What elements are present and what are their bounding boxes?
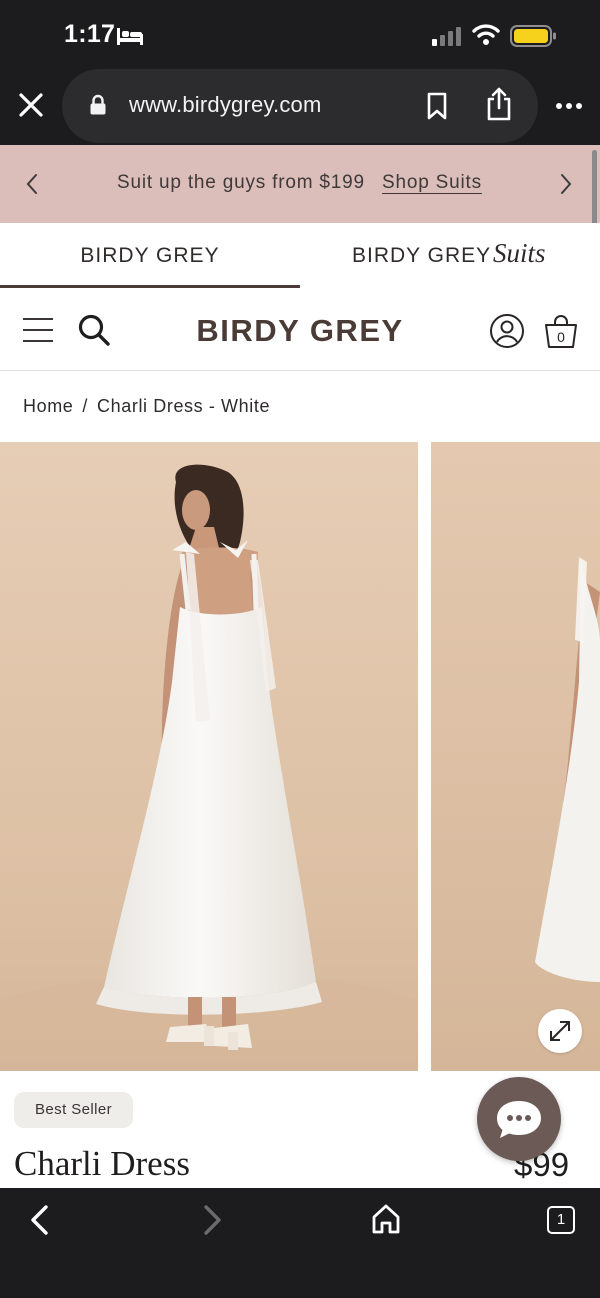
best-seller-badge: Best Seller — [14, 1092, 133, 1128]
cellular-signal-icon — [432, 27, 461, 46]
product-photo-side-view[interactable] — [431, 442, 600, 1071]
product-photo-back-view[interactable] — [0, 442, 418, 1071]
product-gallery[interactable] — [0, 442, 600, 1071]
cart-icon[interactable]: 0 — [544, 313, 578, 349]
cart-count: 0 — [557, 329, 565, 345]
account-icon[interactable] — [489, 313, 525, 349]
tab-birdy-grey-suits[interactable]: BIRDY GREY Suits — [300, 223, 600, 289]
tab-birdy-grey[interactable]: BIRDY GREY — [0, 223, 300, 289]
tab-suits-script: Suits — [493, 238, 546, 268]
chevron-right-icon[interactable] — [558, 173, 574, 195]
breadcrumb: Home / Charli Dress - White — [23, 396, 270, 417]
brand-tabs: BIRDY GREY BIRDY GREY Suits — [0, 223, 600, 289]
breadcrumb-separator: / — [82, 396, 89, 416]
browser-chrome: 1:17 www.birdygrey.com — [0, 0, 600, 145]
close-tab-icon[interactable] — [14, 88, 48, 122]
forward-icon[interactable] — [202, 1204, 224, 1236]
product-title: Charli Dress — [14, 1144, 190, 1183]
chevron-left-icon[interactable] — [24, 173, 40, 195]
share-icon[interactable] — [485, 86, 513, 122]
wifi-icon — [472, 24, 500, 45]
status-time: 1:17 — [64, 20, 116, 48]
lock-icon — [90, 94, 106, 115]
breadcrumb-current: Charli Dress - White — [97, 396, 271, 416]
tab-birdy-grey-label: BIRDY GREY — [80, 244, 220, 267]
tab-suits-label: BIRDY GREY — [352, 244, 492, 267]
more-icon[interactable] — [555, 102, 583, 110]
battery-icon — [510, 25, 556, 47]
active-tab-indicator — [0, 285, 300, 288]
chat-button[interactable] — [477, 1077, 561, 1161]
bookmark-icon[interactable] — [426, 92, 448, 120]
promo-text: Suit up the guys from $199 — [117, 172, 365, 193]
back-icon[interactable] — [28, 1204, 50, 1236]
site-header: BIRDY GREY 0 — [0, 289, 600, 371]
chat-bubble-icon — [497, 1101, 541, 1138]
browser-toolbar: 1 — [0, 1188, 600, 1298]
shopping-basket-icon: 0 — [545, 315, 577, 348]
url-text[interactable]: www.birdygrey.com — [129, 92, 321, 118]
tab-switcher-button[interactable]: 1 — [547, 1206, 575, 1234]
home-icon[interactable] — [371, 1203, 401, 1235]
bed-icon — [117, 28, 143, 45]
promo-banner: Suit up the guys from $199 Shop Suits — [0, 145, 600, 223]
expand-arrows-icon — [550, 1021, 570, 1041]
breadcrumb-home[interactable]: Home — [23, 396, 73, 417]
expand-gallery-button[interactable] — [538, 1009, 582, 1053]
shop-suits-link[interactable]: Shop Suits — [382, 172, 482, 194]
